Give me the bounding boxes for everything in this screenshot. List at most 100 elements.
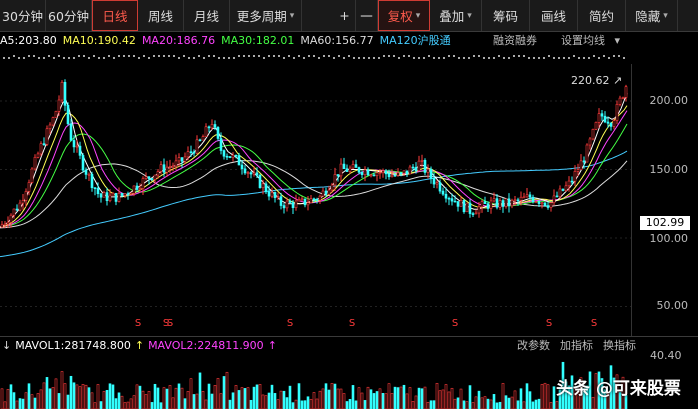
candlestick-chart[interactable]: S SS S S S S S	[0, 64, 698, 336]
volume-bar	[57, 393, 61, 409]
down-arrow-icon: ↓	[2, 338, 12, 352]
volume-bar	[201, 391, 205, 409]
simple-mode-button[interactable]: 简约	[578, 0, 626, 31]
volume-bar	[468, 385, 472, 409]
candle-body	[432, 178, 436, 185]
signal-dot	[53, 57, 55, 59]
period-weekly-button[interactable]: 周线	[138, 0, 184, 31]
volume-bar	[3, 401, 7, 409]
candle-body	[510, 199, 514, 207]
candle-body	[522, 196, 526, 199]
add-indicator-link[interactable]: 加指标	[560, 337, 593, 353]
candle-body	[402, 170, 406, 174]
ma-settings-link[interactable]: 设置均线 ▾	[561, 32, 626, 48]
ma60-value: MA60:156.77	[300, 33, 374, 47]
volume-bar	[282, 390, 286, 409]
signal-dot	[373, 57, 375, 59]
margin-trading-link[interactable]: 融资融券	[493, 32, 537, 48]
candle-body	[282, 205, 286, 209]
volume-bar	[495, 402, 499, 409]
sell-signal-marker: S	[546, 318, 552, 329]
volume-bar	[339, 388, 343, 409]
switch-indicator-link[interactable]: 换指标	[603, 337, 636, 353]
zoom-out-button[interactable]: 一	[356, 0, 378, 31]
candle-body	[318, 195, 322, 201]
candle-body	[24, 191, 28, 201]
volume-bar	[321, 388, 325, 409]
volume-bar	[141, 390, 145, 409]
volume-bar	[60, 371, 64, 409]
signal-dot	[243, 55, 245, 57]
draw-line-button[interactable]: 画线	[530, 0, 578, 31]
candle-body	[249, 172, 253, 175]
more-periods-dropdown[interactable]: 更多周期 ▾	[230, 0, 302, 31]
candle-body	[342, 163, 346, 170]
signal-dot	[528, 57, 530, 59]
period-30min-button[interactable]: 30分钟	[0, 0, 46, 31]
candle-body	[207, 126, 211, 129]
candle-body	[96, 188, 100, 195]
volume-bar	[309, 398, 313, 409]
hide-dropdown[interactable]: 隐藏 ▾	[626, 0, 678, 31]
volume-chart[interactable]	[0, 355, 630, 409]
candle-body	[210, 124, 214, 129]
candle-body	[12, 208, 16, 216]
candle-body	[114, 192, 118, 202]
overlay-dropdown[interactable]: 叠加 ▾	[430, 0, 482, 31]
signal-dot	[378, 57, 380, 59]
period-daily-button[interactable]: 日线	[92, 0, 138, 31]
signal-dot	[228, 57, 230, 59]
signal-dot	[598, 57, 600, 59]
period-monthly-button[interactable]: 月线	[184, 0, 230, 31]
signal-dot	[258, 55, 260, 57]
chevron-down-icon: ▾	[289, 10, 295, 21]
volume-bar	[348, 399, 352, 409]
volume-bar	[87, 387, 91, 409]
candle-body	[291, 202, 295, 208]
volume-bar	[51, 387, 55, 409]
signal-dot	[148, 57, 150, 59]
chips-button[interactable]: 筹码	[482, 0, 530, 31]
candle-body	[180, 157, 184, 162]
candle-body	[204, 126, 208, 137]
candle-body	[603, 115, 607, 123]
candle-body	[576, 169, 580, 172]
candle-body	[624, 86, 628, 98]
candle-body	[255, 172, 259, 176]
sell-signal-marker: S	[349, 318, 355, 329]
period-60min-button[interactable]: 60分钟	[46, 0, 92, 31]
candle-body	[132, 185, 136, 194]
adjust-rights-dropdown[interactable]: 复权 ▾	[378, 0, 430, 31]
volume-bar	[492, 394, 496, 409]
candle-body	[99, 193, 103, 198]
signal-dot	[93, 55, 95, 57]
candle-body	[384, 170, 388, 175]
volume-bar	[21, 398, 25, 409]
change-params-link[interactable]: 改参数	[517, 337, 550, 353]
volume-bar	[405, 393, 409, 409]
candle-body	[531, 196, 535, 203]
candle-body	[399, 172, 403, 175]
volume-bar	[36, 393, 40, 409]
signal-dot	[88, 57, 90, 59]
mavol1-value: MAVOL1:281748.800	[15, 338, 131, 352]
signal-dot	[383, 55, 385, 57]
signal-dot	[143, 55, 145, 57]
signal-dot	[248, 55, 250, 57]
volume-bar	[498, 401, 502, 409]
candle-body	[552, 195, 556, 203]
legend-links: 融资融券 设置均线 ▾	[493, 32, 698, 48]
volume-bar	[297, 383, 301, 409]
volume-bar	[444, 384, 448, 409]
signal-dot	[163, 55, 165, 57]
signal-dot	[63, 57, 65, 59]
volume-bar	[150, 402, 154, 409]
signal-dot	[588, 57, 590, 59]
peak-price-value: 220.62	[571, 74, 610, 87]
signal-dot	[438, 57, 440, 59]
zoom-in-button[interactable]: +	[334, 0, 356, 31]
candle-body	[66, 105, 70, 125]
candle-body	[156, 171, 160, 176]
candle-body	[414, 167, 418, 171]
volume-bar	[48, 388, 52, 409]
